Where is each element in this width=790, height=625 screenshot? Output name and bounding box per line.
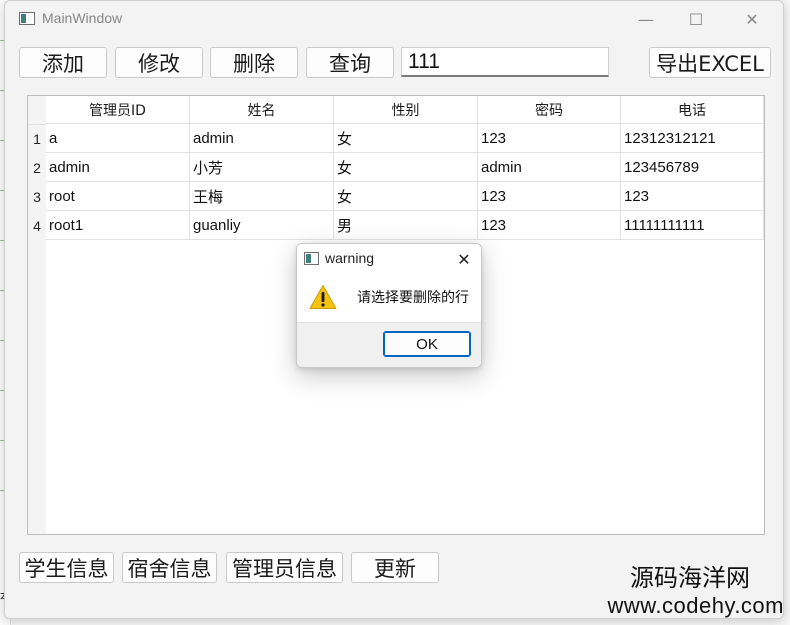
table-cell[interactable]: 王梅	[190, 182, 334, 211]
dialog-footer: OK	[297, 322, 481, 367]
edit-button[interactable]: 修改	[115, 47, 203, 78]
dialog-app-icon	[304, 252, 319, 265]
warning-dialog: warning ✕ 请选择要删除的行 OK	[296, 243, 482, 368]
query-button[interactable]: 查询	[306, 47, 394, 78]
table-cell[interactable]: 123	[478, 211, 621, 240]
table-corner[interactable]	[28, 96, 46, 125]
table-cell[interactable]: root1	[46, 211, 190, 240]
watermark-url: www.codehy.com	[607, 593, 784, 618]
export-excel-button[interactable]: 导出EXCEL	[649, 47, 771, 78]
row-number[interactable]: 3	[28, 182, 46, 211]
row-number[interactable]: 2	[28, 153, 46, 182]
maximize-button[interactable]: ☐	[673, 1, 719, 37]
table-cell[interactable]: admin	[46, 153, 190, 182]
table-cell[interactable]: 123	[478, 124, 621, 153]
watermark-title: 源码海洋网	[630, 564, 750, 592]
table-cell[interactable]: 女	[334, 182, 478, 211]
row-header: 1 2 3 4	[28, 96, 46, 534]
table-cell[interactable]: 小芳	[190, 153, 334, 182]
table-cell[interactable]: guanliy	[190, 211, 334, 240]
warning-icon	[309, 285, 337, 309]
ok-button[interactable]: OK	[383, 331, 471, 357]
column-header-password[interactable]: 密码	[478, 96, 621, 124]
table-cell[interactable]: a	[46, 124, 190, 153]
table-cell[interactable]: 123	[621, 182, 764, 211]
watermark: 源码海洋网 www.codehy.com	[607, 563, 784, 619]
table-cell[interactable]: 女	[334, 124, 478, 153]
table-cell[interactable]: admin	[478, 153, 621, 182]
table-cell[interactable]: admin	[190, 124, 334, 153]
table-cell[interactable]: 女	[334, 153, 478, 182]
column-header-admin-id[interactable]: 管理员ID	[46, 96, 190, 124]
add-button[interactable]: 添加	[19, 47, 107, 78]
table-cell[interactable]: 123	[478, 182, 621, 211]
table-cell[interactable]: root	[46, 182, 190, 211]
student-info-button[interactable]: 学生信息	[19, 552, 114, 583]
column-header-gender[interactable]: 性别	[334, 96, 478, 124]
table-cell[interactable]: 123456789	[621, 153, 764, 182]
dialog-title-bar[interactable]: warning ✕	[297, 244, 481, 274]
dialog-title: warning	[325, 250, 375, 266]
query-input[interactable]: 111	[401, 47, 609, 77]
delete-button[interactable]: 删除	[210, 47, 298, 78]
column-header-phone[interactable]: 电话	[621, 96, 764, 124]
row-number[interactable]: 4	[28, 211, 46, 240]
window-title: MainWindow	[42, 10, 123, 26]
dialog-close-button[interactable]: ✕	[447, 244, 481, 274]
dialog-body: 请选择要删除的行	[297, 274, 481, 322]
admin-info-button[interactable]: 管理员信息	[226, 552, 343, 583]
table-cell[interactable]: 12312312121	[621, 124, 764, 153]
row-number[interactable]: 1	[28, 124, 46, 153]
dorm-info-button[interactable]: 宿舍信息	[122, 552, 217, 583]
dialog-message: 请选择要删除的行	[357, 290, 469, 306]
title-bar[interactable]: MainWindow — ☐ ✕	[5, 1, 783, 37]
table-cell[interactable]: 11111111111	[621, 211, 764, 240]
app-icon	[19, 12, 35, 25]
minimize-button[interactable]: —	[623, 1, 669, 37]
column-header-name[interactable]: 姓名	[190, 96, 334, 124]
refresh-button[interactable]: 更新	[351, 552, 439, 583]
table-cell[interactable]: 男	[334, 211, 478, 240]
close-button[interactable]: ✕	[729, 1, 775, 37]
